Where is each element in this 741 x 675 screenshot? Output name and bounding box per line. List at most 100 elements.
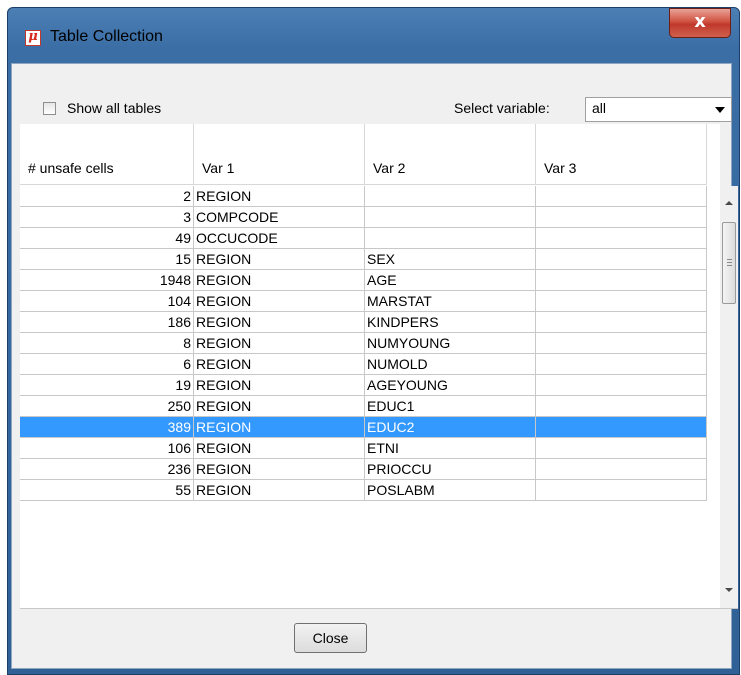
cell-var1: REGION: [194, 186, 365, 207]
cell-var2: AGE: [365, 270, 536, 291]
cell-var2: ETNI: [365, 438, 536, 459]
show-all-tables-checkbox[interactable]: [43, 102, 56, 115]
select-variable-dropdown[interactable]: all: [585, 97, 732, 122]
cell-var3: [536, 207, 707, 228]
cell-var2: [365, 207, 536, 228]
cell-var2: MARSTAT: [365, 291, 536, 312]
table-collection-window: μ Table Collection x Show all tables Sel…: [7, 7, 740, 675]
table-row[interactable]: 6 REGION NUMOLD: [20, 354, 720, 375]
cell-var2: EDUC2: [365, 417, 536, 438]
cell-var3: [536, 291, 707, 312]
cell-var1: COMPCODE: [194, 207, 365, 228]
cell-unsafe-cells: 2: [20, 186, 194, 207]
table-row[interactable]: 2 REGION: [20, 186, 720, 207]
scrollbar-thumb[interactable]: [722, 222, 736, 304]
cell-var3: [536, 228, 707, 249]
scroll-up-arrow-icon[interactable]: [725, 201, 733, 205]
table-row[interactable]: 1948 REGION AGE: [20, 270, 720, 291]
cell-unsafe-cells: 236: [20, 459, 194, 480]
table-row[interactable]: 55 REGION POSLABM: [20, 480, 720, 501]
table-header: # unsafe cells Var 1 Var 2 Var 3: [20, 124, 720, 186]
cell-var2: KINDPERS: [365, 312, 536, 333]
cell-unsafe-cells: 389: [20, 417, 194, 438]
window-close-button[interactable]: x: [669, 8, 731, 38]
window-title: Table Collection: [50, 28, 163, 45]
cell-var1: REGION: [194, 480, 365, 501]
scroll-down-arrow-icon[interactable]: [725, 588, 733, 592]
cell-var3: [536, 417, 707, 438]
cell-unsafe-cells: 250: [20, 396, 194, 417]
cell-var1: REGION: [194, 291, 365, 312]
cell-var3: [536, 270, 707, 291]
table-row[interactable]: 19 REGION AGEYOUNG: [20, 375, 720, 396]
cell-unsafe-cells: 1948: [20, 270, 194, 291]
cell-var2: NUMOLD: [365, 354, 536, 375]
grip-line: [727, 265, 732, 266]
cell-unsafe-cells: 55: [20, 480, 194, 501]
cell-var2: [365, 186, 536, 207]
table-row[interactable]: 106 REGION ETNI: [20, 438, 720, 459]
show-all-tables-label[interactable]: Show all tables: [67, 100, 161, 116]
cell-var3: [536, 438, 707, 459]
cell-var2: AGEYOUNG: [365, 375, 536, 396]
cell-var3: [536, 186, 707, 207]
cell-unsafe-cells: 19: [20, 375, 194, 396]
cell-var2: EDUC1: [365, 396, 536, 417]
cell-var1: REGION: [194, 375, 365, 396]
cell-var3: [536, 375, 707, 396]
column-header-var3[interactable]: Var 3: [536, 124, 707, 185]
close-button[interactable]: Close: [294, 623, 367, 653]
close-icon: x: [694, 11, 706, 32]
cell-var3: [536, 480, 707, 501]
table-row[interactable]: 3 COMPCODE: [20, 207, 720, 228]
table-row[interactable]: 389 REGION EDUC2: [20, 417, 720, 438]
cell-unsafe-cells: 3: [20, 207, 194, 228]
cell-var1: REGION: [194, 438, 365, 459]
select-variable-value: all: [592, 100, 607, 116]
cell-var2: PRIOCCU: [365, 459, 536, 480]
chevron-down-icon: [715, 107, 725, 113]
cell-unsafe-cells: 8: [20, 333, 194, 354]
cell-var1: OCCUCODE: [194, 228, 365, 249]
cell-var3: [536, 354, 707, 375]
cell-var1: REGION: [194, 396, 365, 417]
cell-var1: REGION: [194, 312, 365, 333]
table-row[interactable]: 8 REGION NUMYOUNG: [20, 333, 720, 354]
cell-var1: REGION: [194, 270, 365, 291]
cell-var3: [536, 333, 707, 354]
table-row[interactable]: 236 REGION PRIOCCU: [20, 459, 720, 480]
column-header-var2[interactable]: Var 2: [365, 124, 536, 185]
cell-var1: REGION: [194, 459, 365, 480]
cell-unsafe-cells: 186: [20, 312, 194, 333]
column-header-unsafe-cells[interactable]: # unsafe cells: [20, 124, 194, 185]
table-body: 2 REGION 3 COMPCODE 49 OCCUCODE 15 REGION SEX 194…: [20, 186, 720, 608]
table-row[interactable]: 186 REGION KINDPERS: [20, 312, 720, 333]
table-row[interactable]: 104 REGION MARSTAT: [20, 291, 720, 312]
cell-var3: [536, 396, 707, 417]
grip-line: [727, 262, 732, 263]
cell-unsafe-cells: 15: [20, 249, 194, 270]
title-bar[interactable]: μ Table Collection x: [8, 8, 739, 60]
cell-var2: [365, 228, 536, 249]
cell-var2: POSLABM: [365, 480, 536, 501]
tables-table: # unsafe cells Var 1 Var 2 Var 3 2 REGION…: [20, 124, 738, 608]
cell-var1: REGION: [194, 333, 365, 354]
table-row[interactable]: 15 REGION SEX: [20, 249, 720, 270]
select-variable-label: Select variable:: [454, 100, 550, 116]
cell-var2: SEX: [365, 249, 536, 270]
cell-unsafe-cells: 6: [20, 354, 194, 375]
cell-var1: REGION: [194, 354, 365, 375]
cell-unsafe-cells: 104: [20, 291, 194, 312]
cell-var3: [536, 459, 707, 480]
cell-var3: [536, 249, 707, 270]
cell-unsafe-cells: 49: [20, 228, 194, 249]
table-row[interactable]: 250 REGION EDUC1: [20, 396, 720, 417]
column-header-var1[interactable]: Var 1: [194, 124, 365, 185]
vertical-scrollbar[interactable]: [720, 186, 738, 608]
footer-divider: [20, 608, 738, 609]
cell-var2: NUMYOUNG: [365, 333, 536, 354]
table-row[interactable]: 49 OCCUCODE: [20, 228, 720, 249]
cell-unsafe-cells: 106: [20, 438, 194, 459]
app-icon: μ: [25, 29, 41, 46]
cell-var1: REGION: [194, 417, 365, 438]
